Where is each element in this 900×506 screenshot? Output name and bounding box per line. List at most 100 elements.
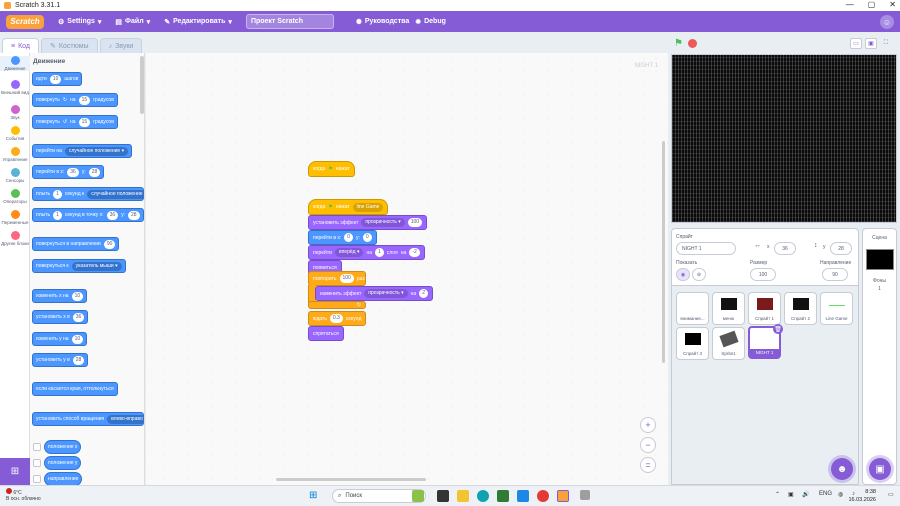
block-goto-xy[interactable]: перейти в x: 36 y: 28 xyxy=(32,165,105,179)
target-dropdown[interactable]: указатель мыши ▾ xyxy=(71,261,122,271)
layers-input-2[interactable]: -2 xyxy=(409,248,420,257)
hide-visible-button[interactable]: ⊘ xyxy=(692,268,706,281)
close-button[interactable]: ✕ xyxy=(889,0,896,9)
taskbar-clock[interactable]: 8:38 16.03.2026 xyxy=(848,488,876,504)
block-when-flag-clicked-2[interactable]: когда ⚑ нажат line Game xyxy=(308,199,389,215)
tab-costumes[interactable]: ✎ Костюмы xyxy=(41,38,98,53)
stop-button[interactable] xyxy=(688,39,697,48)
block-turn-right[interactable]: повернуть ↻ на 15 градусов xyxy=(32,93,118,107)
sprite-tile[interactable]: Sprite1 xyxy=(712,327,745,360)
target-dropdown[interactable]: случайное положение ▾ xyxy=(64,146,129,156)
y-input[interactable]: 0 xyxy=(362,233,372,242)
dx-input[interactable]: 10 xyxy=(71,291,84,301)
zoom-out-button[interactable]: − xyxy=(640,437,656,453)
layer-dropdown[interactable]: вперёд ▾ xyxy=(334,248,364,257)
choose-backdrop-button[interactable]: ▣ xyxy=(869,458,891,480)
debug-button[interactable]: ✹ Debug xyxy=(415,18,446,26)
scratch-logo[interactable]: Scratch xyxy=(6,14,44,29)
sprite-tile[interactable]: меню xyxy=(712,292,745,325)
block-rotation-style[interactable]: установить способ вращения влево-вправо xyxy=(32,412,144,426)
steps-input[interactable]: 10 xyxy=(49,74,62,84)
reporter-x-position[interactable]: положение x xyxy=(44,440,82,454)
stage-canvas[interactable] xyxy=(671,54,897,223)
tab-sounds[interactable]: ♪ Звуки xyxy=(99,38,143,53)
reporter-direction[interactable]: направление xyxy=(44,472,83,485)
stage-thumbnail[interactable] xyxy=(866,249,894,270)
category-sound[interactable]: Звук xyxy=(0,105,30,120)
hat-dropdown[interactable]: line Game xyxy=(352,202,384,212)
category-variables[interactable]: Переменные xyxy=(0,210,30,225)
degrees-input[interactable]: 15 xyxy=(78,117,91,127)
show-visible-button[interactable]: ◉ xyxy=(676,268,690,281)
app-icon[interactable] xyxy=(517,490,529,502)
block-goto-xy[interactable]: перейти в x: 0 y: 0 xyxy=(308,230,377,245)
large-stage-button[interactable]: ▣ xyxy=(865,38,877,49)
effect-dropdown[interactable]: прозрачность ▾ xyxy=(364,289,408,298)
degrees-input[interactable]: 15 xyxy=(78,95,91,105)
block-glide-xy[interactable]: плыть 1 секунд в точку x: 36 y: 28 xyxy=(32,208,144,222)
file-explorer-icon[interactable] xyxy=(457,490,469,502)
block-point-direction[interactable]: повернуться в направлении 90 xyxy=(32,237,120,251)
task-view-icon[interactable] xyxy=(437,490,449,502)
small-stage-button[interactable]: ▭ xyxy=(850,38,862,49)
block-turn-left[interactable]: повернуть ↺ на 15 градусов xyxy=(32,115,118,129)
minimize-button[interactable]: — xyxy=(846,0,854,9)
direction-input[interactable]: 90 xyxy=(822,268,848,281)
zoom-in-button[interactable]: + xyxy=(640,417,656,433)
block-move-steps[interactable]: идти 10 шагов xyxy=(32,72,83,86)
zoom-reset-button[interactable]: = xyxy=(640,457,656,473)
layers-input[interactable]: 1 xyxy=(375,248,384,257)
effect-dropdown[interactable]: прозрачность ▾ xyxy=(361,218,405,227)
fullscreen-button[interactable]: ⛶ xyxy=(880,38,892,49)
x-input[interactable]: 36 xyxy=(106,210,119,220)
add-extension-button[interactable]: ⊞ xyxy=(0,458,30,485)
app-icon-2[interactable] xyxy=(580,490,590,500)
secs-input[interactable]: 1 xyxy=(53,210,62,220)
block-set-effect[interactable]: установить эффект прозрачность ▾ 100 xyxy=(308,215,428,230)
category-my-blocks[interactable]: Другие блоки xyxy=(0,231,30,246)
windows-start-icon[interactable]: ⊞ xyxy=(309,490,321,502)
sprite-tile[interactable]: внимание... xyxy=(676,292,709,325)
secs-input[interactable]: 1 xyxy=(53,189,62,199)
x-input[interactable]: 36 xyxy=(67,167,79,177)
weather-widget[interactable]: 6°C В осн. облачно xyxy=(6,488,41,502)
tutorials-button[interactable]: ✺ Руководства xyxy=(356,18,409,26)
category-operators[interactable]: Операторы xyxy=(0,189,30,204)
palette-scrollbar[interactable] xyxy=(140,56,144,114)
reporter-y-position[interactable]: положение y xyxy=(44,456,82,470)
dy-input[interactable]: 10 xyxy=(71,334,84,344)
workspace-scrollbar-vertical[interactable] xyxy=(662,141,665,363)
checkbox-y-position[interactable] xyxy=(33,459,41,467)
block-bounce[interactable]: если касается края, оттолкнуться xyxy=(32,382,118,396)
notification-icon[interactable]: ▭ xyxy=(888,491,894,498)
project-title-input[interactable]: Проект Scratch xyxy=(245,14,334,29)
category-sensing[interactable]: Сенсоры xyxy=(0,168,30,183)
checkbox-x-position[interactable] xyxy=(33,443,41,451)
category-events[interactable]: События xyxy=(0,126,30,141)
block-change-x[interactable]: изменить х на 10 xyxy=(32,289,88,303)
sprite-tile[interactable]: Line Game xyxy=(820,292,853,325)
category-looks[interactable]: Внешний вид xyxy=(0,80,30,95)
block-change-effect[interactable]: изменить эффект прозрачность ▾ на 2 xyxy=(315,286,433,301)
language-indicator[interactable]: ENG xyxy=(819,491,832,497)
file-menu[interactable]: ▤ Файл ▾ xyxy=(115,18,150,26)
green-flag-button[interactable]: ⚑ xyxy=(674,38,683,49)
repeat-count-input[interactable]: 100 xyxy=(339,274,354,283)
block-change-y[interactable]: изменить у на 10 xyxy=(32,332,88,346)
scratch-taskbar-icon[interactable] xyxy=(557,490,569,502)
workspace-scrollbar-horizontal[interactable] xyxy=(276,478,426,481)
delete-sprite-button[interactable]: 🗑 xyxy=(773,324,783,334)
tab-code[interactable]: ≡ Код xyxy=(2,38,39,53)
y-input[interactable]: 28 xyxy=(72,355,85,365)
block-point-towards[interactable]: повернуться к указатель мыши ▾ xyxy=(32,259,126,273)
checkbox-direction[interactable] xyxy=(33,475,41,483)
maximize-button[interactable]: ▢ xyxy=(868,0,876,9)
code-workspace[interactable]: NIGHT 1 когда ⚑ нажат когда ⚑ нажат line… xyxy=(146,53,668,485)
sprite-name-input[interactable]: NIGHT 1 xyxy=(676,242,736,255)
sprite-tile-selected[interactable]: NIGHT 1 🗑 xyxy=(748,324,783,359)
account-icon[interactable]: ☺ xyxy=(880,15,894,29)
block-wait[interactable]: ждать 0.3 секунд xyxy=(308,311,367,326)
settings-menu[interactable]: ⚙ Settings ▾ xyxy=(58,18,101,26)
y-input[interactable]: 28 xyxy=(128,210,140,220)
store-icon[interactable] xyxy=(497,490,509,502)
